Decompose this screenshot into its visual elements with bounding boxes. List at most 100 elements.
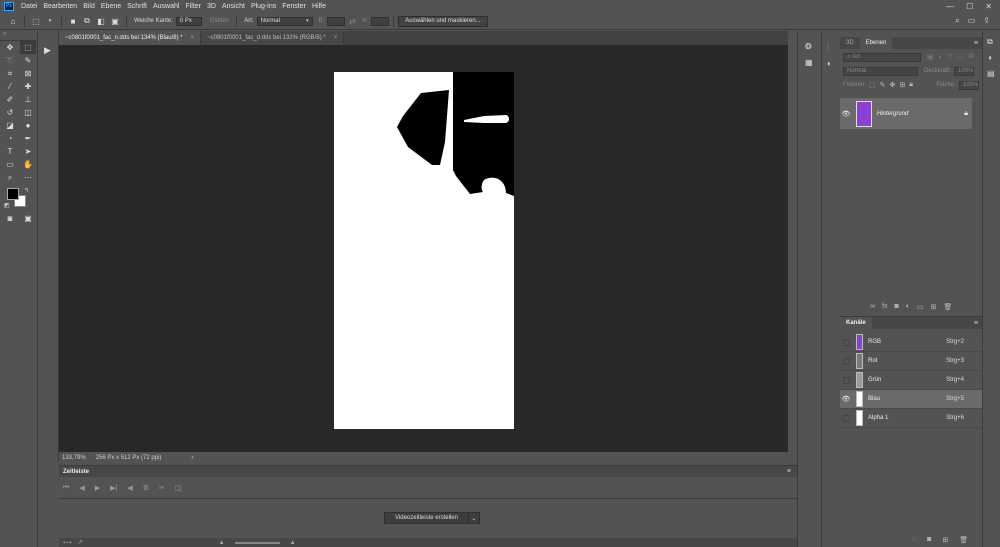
workspace-icon[interactable]: ▭ bbox=[968, 16, 976, 26]
libraries-icon[interactable]: ▤ bbox=[987, 69, 995, 78]
foreground-color-swatch[interactable] bbox=[7, 188, 19, 200]
eye-icon[interactable]: 👁︎ bbox=[840, 110, 852, 118]
menu-auswahl[interactable]: Auswahl bbox=[150, 3, 182, 10]
new-channel-icon[interactable]: ⊞ bbox=[942, 536, 948, 544]
transition-icon[interactable]: ◫ bbox=[175, 484, 182, 492]
panel-menu-icon[interactable]: ≡ bbox=[974, 37, 978, 49]
adjustment-layer-icon[interactable]: ◐ bbox=[906, 303, 910, 311]
trash-icon[interactable]: 🗑︎ bbox=[959, 536, 968, 544]
swatches-grid-icon[interactable]: ▦ bbox=[805, 58, 813, 67]
quick-select-tool-icon[interactable]: ✎ bbox=[20, 54, 36, 67]
home-icon[interactable]: ⌂ bbox=[8, 16, 18, 26]
menu-bild[interactable]: Bild bbox=[80, 3, 98, 10]
default-colors-icon[interactable]: ◩ bbox=[4, 202, 10, 209]
zoom-level[interactable]: 133,79% bbox=[62, 455, 86, 461]
close-icon[interactable]: × bbox=[191, 35, 195, 41]
minimize-icon[interactable]: — bbox=[946, 2, 954, 11]
zoom-in-icon[interactable]: ▲ bbox=[290, 540, 296, 546]
blend-mode-select[interactable]: Normal bbox=[843, 66, 918, 76]
load-selection-icon[interactable]: ◌ bbox=[912, 536, 916, 544]
dodge-tool-icon[interactable]: ◔ bbox=[2, 132, 18, 145]
tab-layers[interactable]: Ebenen bbox=[859, 37, 893, 49]
type-tool-icon[interactable]: T bbox=[2, 145, 18, 158]
layer-row-background[interactable]: 👁︎ Hintergrund 🔒︎ bbox=[840, 98, 972, 129]
lock-all-icon[interactable]: 🔒︎ bbox=[909, 81, 913, 89]
color-icon[interactable]: ◑ bbox=[987, 53, 992, 62]
visibility-toggle[interactable] bbox=[843, 338, 850, 346]
rect-marquee-tool-icon[interactable]: ⬚ bbox=[20, 41, 36, 54]
status-arrow[interactable]: › bbox=[191, 455, 193, 461]
convert-icon[interactable]: ⟷ bbox=[63, 539, 72, 546]
close-icon[interactable]: ✕ bbox=[985, 2, 992, 11]
menu-ebene[interactable]: Ebene bbox=[98, 3, 124, 10]
lasso-tool-icon[interactable]: ➰ bbox=[2, 54, 18, 67]
opacity-input[interactable]: 100% bbox=[954, 66, 975, 76]
filter-adjust-icon[interactable]: ◐ bbox=[939, 54, 943, 61]
brush-tool-icon[interactable]: ✐ bbox=[2, 93, 18, 106]
healing-tool-icon[interactable]: ✚ bbox=[20, 80, 36, 93]
eraser-tool-icon[interactable]: ◫ bbox=[20, 106, 36, 119]
add-selection-icon[interactable]: ⧉ bbox=[82, 16, 92, 26]
smooth-label[interactable]: Glätten bbox=[210, 18, 229, 24]
close-icon[interactable]: × bbox=[334, 35, 338, 41]
menu-datei[interactable]: Datei bbox=[18, 3, 40, 10]
pen-tool-icon[interactable]: ✒ bbox=[20, 132, 36, 145]
fx-icon[interactable]: fx bbox=[882, 303, 887, 311]
search-icon[interactable]: ⌕ bbox=[955, 16, 959, 26]
split-icon[interactable]: ✂ bbox=[159, 484, 165, 492]
history-icon[interactable]: ⧉ bbox=[987, 37, 993, 47]
first-frame-icon[interactable]: ⏮ bbox=[63, 484, 69, 492]
zoom-out-icon[interactable]: ▲ bbox=[219, 540, 225, 546]
3d-icon[interactable]: ❂ bbox=[805, 42, 812, 51]
select-and-mask-button[interactable]: Auswählen und maskieren... bbox=[398, 15, 488, 27]
timeline-title[interactable]: Zeitleiste bbox=[63, 469, 89, 475]
panel-menu-icon[interactable]: ≡ bbox=[787, 468, 791, 475]
render-icon[interactable]: ↗ bbox=[78, 539, 83, 546]
panel-grip[interactable]: » bbox=[0, 31, 37, 41]
doc-tab-normal-map[interactable]: ~c0801f0001_fac_n.dds bei 134% (Blau/8) … bbox=[59, 31, 202, 45]
group-folder-icon[interactable]: ▭ bbox=[917, 303, 924, 311]
subtract-selection-icon[interactable]: ◧ bbox=[96, 16, 106, 26]
play-icon[interactable]: ▶ bbox=[95, 484, 100, 492]
visibility-toggle[interactable] bbox=[843, 357, 850, 365]
lock-artboard-icon[interactable]: ⊞ bbox=[899, 81, 905, 89]
channel-row-red[interactable]: Rot Strg+3 bbox=[840, 352, 982, 371]
tab-channels[interactable]: Kanäle bbox=[840, 317, 872, 329]
lock-move-icon[interactable]: ✥ bbox=[890, 81, 896, 89]
swap-colors-icon[interactable]: ↰ bbox=[24, 187, 29, 194]
menu-ansicht[interactable]: Ansicht bbox=[219, 3, 248, 10]
crop-tool-icon[interactable]: ⌗ bbox=[2, 67, 18, 80]
visibility-toggle[interactable] bbox=[843, 376, 850, 384]
timeline-zoom-slider[interactable] bbox=[234, 541, 280, 544]
play-icon[interactable]: ▶ bbox=[44, 45, 51, 56]
lock-paint-icon[interactable]: ✎ bbox=[880, 81, 886, 89]
channel-row-blue[interactable]: 👁︎ Blau Strg+5 bbox=[840, 390, 982, 409]
history-brush-tool-icon[interactable]: ↺ bbox=[2, 106, 18, 119]
screen-mode-icon[interactable]: ▣ bbox=[20, 212, 36, 225]
more-tools-icon[interactable]: ⋯ bbox=[20, 171, 36, 184]
fill-input[interactable]: 100% bbox=[959, 80, 979, 90]
swap-icon[interactable]: ⇄ bbox=[347, 16, 357, 26]
adjustments-icon[interactable]: ◐ bbox=[827, 59, 832, 68]
prev-frame-icon[interactable]: ◀ bbox=[79, 484, 84, 492]
eyedropper-tool-icon[interactable]: ⁄ bbox=[2, 80, 18, 93]
chevron-down-icon[interactable]: ▾ bbox=[45, 16, 55, 26]
canvas-area[interactable] bbox=[59, 45, 788, 452]
link-icon[interactable]: ∞ bbox=[870, 303, 875, 311]
zoom-tool-icon[interactable]: ⌕ bbox=[2, 171, 18, 184]
new-selection-icon[interactable]: ■ bbox=[68, 16, 78, 26]
menu-filter[interactable]: Filter bbox=[182, 3, 204, 10]
new-layer-icon[interactable]: ⊞ bbox=[931, 303, 937, 311]
layer-filter-select[interactable]: ⌕ Art bbox=[843, 52, 921, 62]
next-frame-icon[interactable]: ▶| bbox=[110, 484, 117, 492]
channel-row-alpha[interactable]: Alpha 1 Strg+6 bbox=[840, 409, 982, 428]
menu-bearbeiten[interactable]: Bearbeiten bbox=[40, 3, 80, 10]
width-input[interactable] bbox=[327, 16, 346, 26]
menu-schrift[interactable]: Schrift bbox=[124, 3, 150, 10]
menu-hilfe[interactable]: Hilfe bbox=[309, 3, 329, 10]
share-icon[interactable]: ⇪ bbox=[983, 16, 990, 26]
maximize-icon[interactable]: ☐ bbox=[966, 2, 973, 11]
filter-pixel-icon[interactable]: ▣ bbox=[927, 53, 934, 61]
create-video-timeline-button[interactable]: Videozeitleiste erstellen bbox=[384, 512, 469, 524]
mask-icon[interactable]: ◙ bbox=[894, 303, 898, 311]
